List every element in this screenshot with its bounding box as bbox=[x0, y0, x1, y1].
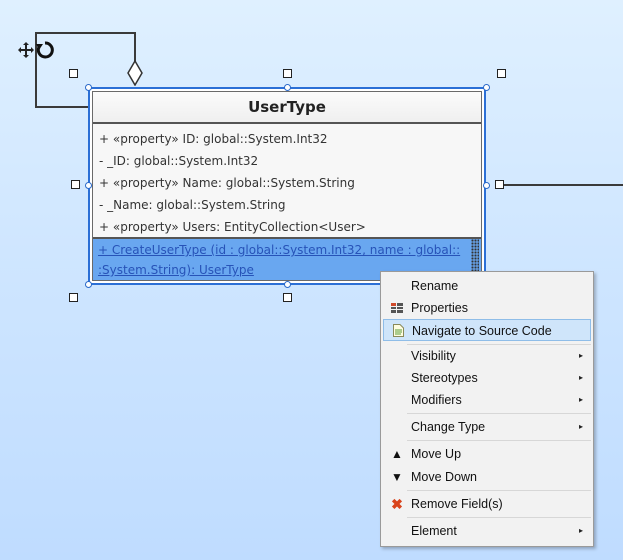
submenu-arrow-icon: ▸ bbox=[578, 526, 583, 535]
operation-line-1: + CreateUserType (id : global::System.In… bbox=[98, 243, 461, 257]
menu-item-rename[interactable]: Rename bbox=[383, 275, 591, 297]
menu-item-modifiers[interactable]: Modifiers ▸ bbox=[383, 389, 591, 411]
class-name[interactable]: UserType bbox=[93, 92, 481, 124]
menu-item-label: Properties bbox=[411, 301, 468, 315]
class-shape[interactable]: UserType + «property» ID: global::System… bbox=[88, 87, 486, 285]
menu-separator bbox=[407, 440, 591, 441]
submenu-arrow-icon: ▸ bbox=[578, 351, 583, 360]
menu-item-element[interactable]: Element ▸ bbox=[383, 520, 591, 542]
property-row[interactable]: + «property» Name: global::System.String bbox=[99, 172, 481, 194]
menu-item-stereotypes[interactable]: Stereotypes ▸ bbox=[383, 367, 591, 389]
menu-separator bbox=[407, 517, 591, 518]
association-line-outgoing bbox=[500, 184, 623, 186]
resize-handle-top[interactable] bbox=[283, 69, 292, 78]
property-row[interactable]: - _ID: global::System.Int32 bbox=[99, 150, 481, 172]
properties-compartment: + «property» ID: global::System.Int32 - … bbox=[93, 124, 481, 238]
menu-item-label: Remove Field(s) bbox=[411, 497, 503, 511]
remove-icon: ✖ bbox=[391, 496, 403, 512]
resize-handle-left[interactable] bbox=[71, 180, 80, 189]
resize-handle-top-left[interactable] bbox=[69, 69, 78, 78]
menu-item-label: Move Up bbox=[411, 447, 462, 461]
aggregation-diamond-icon bbox=[127, 60, 143, 86]
resize-handle-bottom-left[interactable] bbox=[69, 293, 78, 302]
menu-item-move-down[interactable]: ▼ Move Down bbox=[383, 466, 591, 488]
submenu-arrow-icon: ▸ bbox=[578, 422, 583, 431]
selection-dot bbox=[483, 182, 490, 189]
menu-item-visibility[interactable]: Visibility ▸ bbox=[383, 345, 591, 367]
source-code-icon bbox=[391, 320, 405, 342]
compartment-resize-grip[interactable] bbox=[471, 239, 479, 275]
menu-item-label: Element bbox=[411, 524, 457, 538]
rotate-icon[interactable] bbox=[36, 41, 54, 59]
menu-item-label: Change Type bbox=[411, 420, 486, 434]
menu-item-label: Visibility bbox=[411, 349, 456, 363]
menu-item-label: Move Down bbox=[411, 470, 477, 484]
properties-icon bbox=[390, 297, 404, 319]
menu-item-label: Rename bbox=[411, 279, 459, 293]
association-line-right bbox=[134, 32, 136, 62]
menu-item-change-type[interactable]: Change Type ▸ bbox=[383, 416, 591, 438]
submenu-arrow-icon: ▸ bbox=[578, 373, 583, 382]
move-down-icon: ▼ bbox=[391, 470, 403, 484]
property-row[interactable]: + «property» Users: EntityCollection<Use… bbox=[99, 216, 481, 238]
selection-dot bbox=[284, 84, 291, 91]
selection-dot bbox=[85, 281, 92, 288]
menu-item-move-up[interactable]: ▲ Move Up bbox=[383, 443, 591, 465]
class-body: UserType + «property» ID: global::System… bbox=[92, 91, 482, 281]
menu-item-navigate-to-source-code[interactable]: Navigate to Source Code bbox=[383, 319, 591, 341]
property-row[interactable]: - _Name: global::System.String bbox=[99, 194, 481, 216]
menu-item-properties[interactable]: Properties bbox=[383, 297, 591, 319]
association-line-top bbox=[35, 32, 135, 34]
selection-dot bbox=[85, 182, 92, 189]
property-row[interactable]: + «property» ID: global::System.Int32 bbox=[99, 128, 481, 150]
menu-separator bbox=[407, 413, 591, 414]
resize-handle-top-right[interactable] bbox=[497, 69, 506, 78]
menu-item-label: Modifiers bbox=[411, 393, 462, 407]
selection-dot bbox=[483, 84, 490, 91]
submenu-arrow-icon: ▸ bbox=[578, 395, 583, 404]
move-up-icon: ▲ bbox=[391, 447, 403, 461]
resize-handle-bottom[interactable] bbox=[283, 293, 292, 302]
selection-dot bbox=[284, 281, 291, 288]
resize-handle-right[interactable] bbox=[495, 180, 504, 189]
move-icon[interactable] bbox=[18, 42, 34, 58]
association-line-bottom bbox=[35, 106, 89, 108]
selection-dot bbox=[85, 84, 92, 91]
menu-item-label: Stereotypes bbox=[411, 371, 478, 385]
compartment-divider bbox=[93, 237, 481, 239]
menu-item-label: Navigate to Source Code bbox=[412, 324, 552, 338]
context-menu: Rename Properties Navigate to Source Cod… bbox=[380, 271, 594, 547]
menu-item-remove-fields[interactable]: ✖ Remove Field(s) bbox=[383, 493, 591, 515]
menu-separator bbox=[407, 490, 591, 491]
